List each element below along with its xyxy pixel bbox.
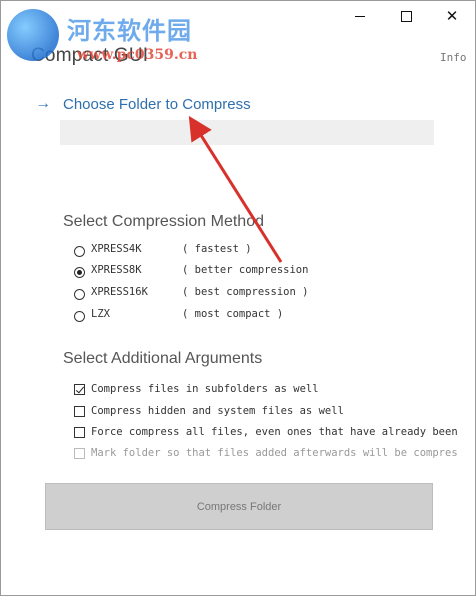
option-name: LZX bbox=[91, 308, 110, 320]
radio-xpress16k[interactable]: XPRESS16K ( best compression ) bbox=[74, 285, 308, 303]
checkbox-checked[interactable] bbox=[74, 383, 85, 395]
option-description: ( most compact ) bbox=[182, 308, 284, 320]
watermark-url: www.pc0359.cn bbox=[77, 47, 198, 63]
checkbox-label: Compress hidden and system files as well bbox=[91, 405, 344, 417]
checkbox-subfolders[interactable]: Compress files in subfolders as well bbox=[74, 380, 457, 398]
radio-button[interactable] bbox=[74, 288, 85, 300]
checkbox[interactable] bbox=[74, 426, 85, 438]
radio-lzx[interactable]: LZX ( most compact ) bbox=[74, 307, 283, 325]
radio-xpress4k[interactable]: XPRESS4K ( fastest ) bbox=[74, 242, 252, 260]
maximize-button[interactable] bbox=[383, 1, 429, 31]
watermark: 河东软件园 www.pc0359.cn bbox=[5, 7, 215, 67]
choose-folder-link[interactable]: Choose Folder to Compress bbox=[63, 96, 251, 113]
compress-folder-button[interactable]: Compress Folder bbox=[45, 483, 433, 530]
app-window: ✕ Compact GUI Info 河东软件园 www.pc0359.cn →… bbox=[0, 0, 476, 596]
watermark-logo-icon bbox=[7, 9, 59, 61]
option-name: XPRESS16K bbox=[91, 286, 148, 298]
checkbox-force-compress[interactable]: Force compress all files, even ones that… bbox=[74, 423, 457, 441]
additional-arguments-title: Select Additional Arguments bbox=[63, 350, 263, 367]
option-name: XPRESS4K bbox=[91, 243, 142, 255]
minimize-icon bbox=[355, 15, 365, 17]
checkbox-mark-folder: Mark folder so that files added afterwar… bbox=[74, 444, 457, 462]
checkbox-label: Mark folder so that files added afterwar… bbox=[91, 447, 457, 459]
close-icon: ✕ bbox=[445, 8, 459, 25]
compression-method-title: Select Compression Method bbox=[63, 213, 264, 230]
info-link[interactable]: Info bbox=[440, 51, 467, 64]
radio-button[interactable] bbox=[74, 310, 85, 322]
watermark-text: 河东软件园 bbox=[67, 16, 192, 45]
radio-button[interactable] bbox=[74, 245, 85, 257]
option-description: ( best compression ) bbox=[182, 286, 309, 298]
radio-xpress8k[interactable]: XPRESS8K ( better compression bbox=[74, 263, 308, 281]
checkbox-hidden-system[interactable]: Compress hidden and system files as well bbox=[74, 402, 457, 420]
checkbox-disabled bbox=[74, 447, 85, 459]
option-name: XPRESS8K bbox=[91, 264, 142, 276]
checkbox-label: Compress files in subfolders as well bbox=[91, 383, 319, 395]
choose-folder-row[interactable]: → Choose Folder to Compress bbox=[35, 92, 251, 116]
radio-button-selected[interactable] bbox=[74, 266, 85, 278]
minimize-button[interactable] bbox=[337, 1, 383, 31]
checkbox-label: Force compress all files, even ones that… bbox=[91, 426, 457, 438]
option-description: ( fastest ) bbox=[182, 243, 252, 255]
folder-path-field bbox=[60, 120, 434, 145]
checkbox[interactable] bbox=[74, 405, 85, 417]
close-button[interactable]: ✕ bbox=[429, 1, 475, 31]
maximize-icon bbox=[400, 10, 412, 22]
arrow-right-icon: → bbox=[35, 95, 51, 112]
option-description: ( better compression bbox=[182, 264, 309, 276]
